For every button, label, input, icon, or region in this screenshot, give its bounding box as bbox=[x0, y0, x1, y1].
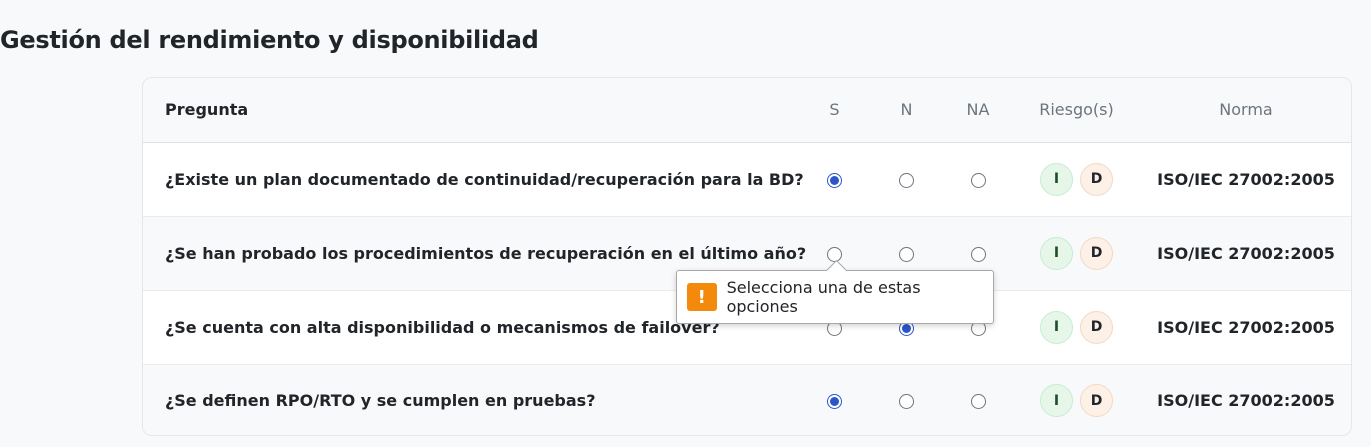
risks-cell: ID bbox=[1014, 142, 1139, 216]
radio-n[interactable] bbox=[899, 172, 914, 188]
questions-card: Pregunta S N NA Riesgo(s) Norma ¿Existe … bbox=[142, 77, 1352, 436]
risks-cell: ID bbox=[1014, 364, 1139, 435]
header-yes: S bbox=[798, 78, 871, 143]
risk-badges: ID bbox=[1040, 384, 1113, 418]
answer-cell-na bbox=[942, 364, 1014, 435]
radio-n[interactable] bbox=[899, 246, 914, 262]
risks-cell: ID bbox=[1014, 216, 1139, 290]
standard-text: ISO/IEC 27002:2005 bbox=[1157, 243, 1335, 263]
risk-badge-availability: D bbox=[1080, 236, 1113, 270]
radio-na[interactable] bbox=[970, 246, 986, 262]
question-text: ¿Existe un plan documentado de continuid… bbox=[165, 169, 804, 189]
risk-badge-integrity: I bbox=[1040, 162, 1073, 196]
validation-message: Selecciona una de estas opciones bbox=[726, 278, 921, 316]
answer-cell-n bbox=[871, 142, 942, 216]
table-header-row: Pregunta S N NA Riesgo(s) Norma bbox=[143, 78, 1351, 143]
risk-badge-integrity: I bbox=[1040, 236, 1073, 270]
radio-s[interactable] bbox=[827, 394, 842, 410]
risk-badge-availability: D bbox=[1080, 162, 1113, 196]
risks-cell: ID bbox=[1014, 290, 1139, 364]
risk-badge-integrity: I bbox=[1040, 384, 1073, 418]
radio-s[interactable] bbox=[827, 172, 842, 188]
header-question: Pregunta bbox=[143, 78, 798, 143]
answer-cell-s bbox=[798, 364, 871, 435]
header-no: N bbox=[871, 78, 942, 143]
radio-na[interactable] bbox=[970, 394, 986, 410]
risk-badge-availability: D bbox=[1080, 384, 1113, 418]
risk-badges: ID bbox=[1040, 236, 1113, 270]
radio-n[interactable] bbox=[899, 394, 914, 410]
answer-cell-na bbox=[942, 142, 1014, 216]
section-title: Gestión del rendimiento y disponibilidad bbox=[0, 26, 539, 54]
standard-text: ISO/IEC 27002:2005 bbox=[1157, 169, 1335, 189]
risk-badge-availability: D bbox=[1080, 310, 1113, 344]
header-standard: Norma bbox=[1139, 78, 1351, 143]
question-text: ¿Se definen RPO/RTO y se cumplen en prue… bbox=[165, 391, 596, 411]
radio-s[interactable] bbox=[827, 246, 842, 262]
warning-icon: ! bbox=[687, 283, 717, 311]
header-na: NA bbox=[942, 78, 1014, 143]
risk-badge-integrity: I bbox=[1040, 310, 1073, 344]
questions-table: Pregunta S N NA Riesgo(s) Norma ¿Existe … bbox=[143, 78, 1351, 435]
table-row: ¿Existe un plan documentado de continuid… bbox=[143, 142, 1351, 216]
risk-badges: ID bbox=[1040, 162, 1113, 196]
validation-tooltip: ! Selecciona una de estas opciones bbox=[676, 270, 994, 324]
header-risks: Riesgo(s) bbox=[1014, 78, 1139, 143]
radio-na[interactable] bbox=[970, 172, 986, 188]
answer-cell-n bbox=[871, 364, 942, 435]
standard-text: ISO/IEC 27002:2005 bbox=[1157, 391, 1335, 411]
table-row: ¿Se definen RPO/RTO y se cumplen en prue… bbox=[143, 364, 1351, 435]
standard-text: ISO/IEC 27002:2005 bbox=[1157, 317, 1335, 337]
answer-cell-s bbox=[798, 142, 871, 216]
risk-badges: ID bbox=[1040, 310, 1113, 344]
